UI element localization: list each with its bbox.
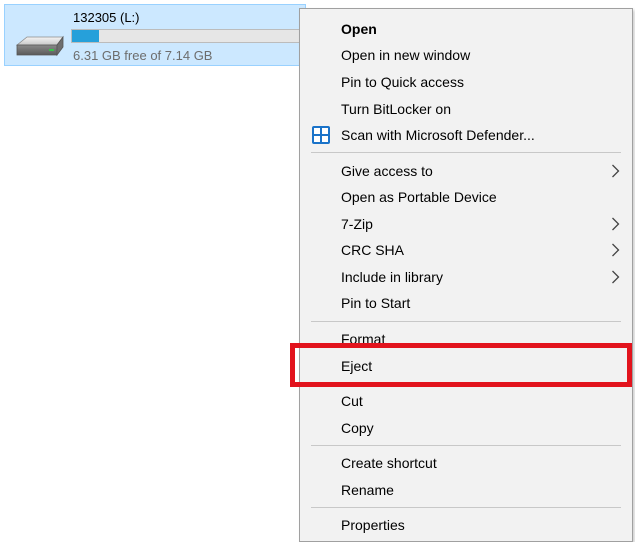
- menu-item-create-shortcut[interactable]: Create shortcut: [300, 451, 632, 475]
- menu-item-label: Scan with Microsoft Defender...: [341, 127, 535, 143]
- drive-name: 132305 (L:): [73, 10, 140, 25]
- eject-highlight-box: [290, 343, 632, 387]
- drive-usage-fill: [72, 30, 99, 42]
- drive-usage-bar: [71, 29, 303, 43]
- menu-item-label: Rename: [341, 482, 394, 498]
- menu-item-label: Open in new window: [341, 47, 471, 63]
- menu-item-7zip[interactable]: 7-Zip: [300, 212, 632, 236]
- menu-item-label: Turn BitLocker on: [341, 101, 451, 117]
- menu-item-pin-to-start[interactable]: Pin to Start: [300, 291, 632, 315]
- menu-item-include-in-library[interactable]: Include in library: [300, 265, 632, 289]
- drive-free-space: 6.31 GB free of 7.14 GB: [73, 48, 213, 63]
- chevron-right-icon: [612, 243, 620, 257]
- menu-item-label: Pin to Start: [341, 295, 411, 311]
- menu-item-copy[interactable]: Copy: [300, 416, 632, 440]
- menu-item-label: Pin to Quick access: [341, 74, 464, 90]
- menu-item-open[interactable]: Open: [300, 17, 632, 41]
- menu-item-pin-quick-access[interactable]: Pin to Quick access: [300, 70, 632, 94]
- menu-item-label: 7-Zip: [341, 216, 373, 232]
- menu-item-crc-sha[interactable]: CRC SHA: [300, 238, 632, 262]
- menu-item-label: Copy: [341, 420, 374, 436]
- menu-item-label: CRC SHA: [341, 242, 405, 258]
- chevron-right-icon: [612, 217, 620, 231]
- menu-item-label: Give access to: [341, 163, 433, 179]
- chevron-right-icon: [612, 270, 620, 284]
- menu-item-label: Cut: [341, 393, 363, 409]
- defender-shield-icon: [312, 126, 330, 144]
- menu-item-rename[interactable]: Rename: [300, 478, 632, 502]
- menu-item-open-new-window[interactable]: Open in new window: [300, 43, 632, 67]
- menu-item-label: Properties: [341, 517, 405, 533]
- menu-item-turn-bitlocker-on[interactable]: Turn BitLocker on: [300, 97, 632, 121]
- chevron-right-icon: [612, 164, 620, 178]
- menu-separator: [311, 507, 621, 508]
- menu-item-cut[interactable]: Cut: [300, 389, 632, 413]
- menu-item-label: Open: [341, 21, 377, 37]
- menu-separator: [311, 152, 621, 153]
- menu-item-label: Create shortcut: [341, 455, 437, 471]
- menu-item-properties[interactable]: Properties: [300, 513, 632, 537]
- context-menu: Open Open in new window Pin to Quick acc…: [299, 8, 633, 542]
- menu-item-give-access[interactable]: Give access to: [300, 159, 632, 183]
- drive-icon: [15, 35, 64, 57]
- menu-separator: [311, 321, 621, 322]
- menu-item-label: Include in library: [341, 269, 443, 285]
- menu-item-scan-defender[interactable]: Scan with Microsoft Defender...: [300, 123, 632, 147]
- drive-tile[interactable]: 132305 (L:) 6.31 GB free of 7.14 GB: [4, 4, 306, 66]
- menu-item-label: Open as Portable Device: [341, 189, 497, 205]
- menu-separator: [311, 445, 621, 446]
- menu-item-open-portable-device[interactable]: Open as Portable Device: [300, 185, 632, 209]
